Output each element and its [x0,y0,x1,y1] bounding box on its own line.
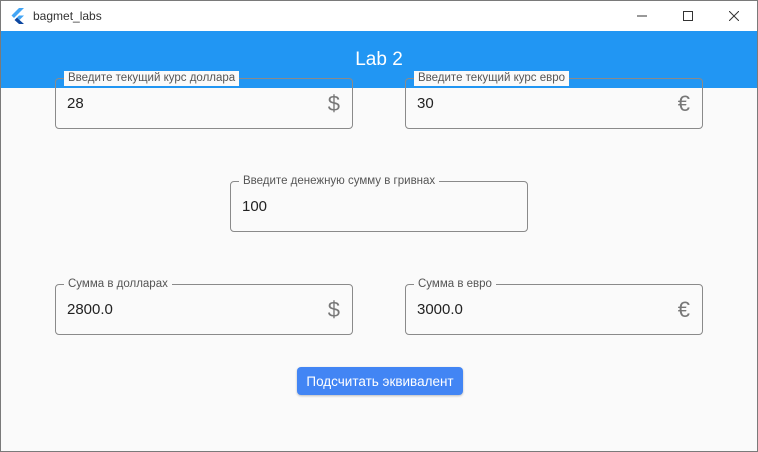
maximize-button[interactable] [665,1,711,31]
usd-rate-field[interactable]: Введите текущий курс доллара 28 $ [55,71,353,129]
page-title: Lab 2 [355,48,403,70]
calculate-button[interactable]: Подсчитать эквивалент [297,367,463,395]
dollar-icon: $ [327,91,340,116]
euro-icon: € [677,297,690,322]
window-title: bagmet_labs [33,9,102,23]
eur-rate-input[interactable]: 30 [417,95,434,112]
uah-amount-label: Введите денежную сумму в гривнах [239,174,440,189]
minimize-icon [637,15,647,17]
euro-icon: € [677,91,690,116]
flutter-logo-icon [11,8,25,24]
eur-sum-input[interactable]: 3000.0 [417,301,463,318]
uah-amount-field[interactable]: Введите денежную сумму в гривнах 100 [230,174,528,232]
usd-sum-label: Сумма в долларах [64,277,172,292]
eur-sum-label: Сумма в евро [414,277,496,292]
minimize-button[interactable] [619,1,665,31]
eur-sum-field[interactable]: Сумма в евро 3000.0 € [405,277,703,335]
usd-sum-field[interactable]: Сумма в долларах 2800.0 $ [55,277,353,335]
app-window: bagmet_labs Lab 2 Введите текущий курс д… [0,0,758,452]
usd-rate-input[interactable]: 28 [67,95,84,112]
dollar-icon: $ [327,297,340,322]
usd-sum-input[interactable]: 2800.0 [67,301,113,318]
maximize-icon [683,11,693,21]
uah-amount-input[interactable]: 100 [242,198,267,215]
title-bar[interactable]: bagmet_labs [1,1,757,31]
eur-rate-label: Введите текущий курс евро [414,71,570,86]
usd-rate-label: Введите текущий курс доллара [64,71,240,86]
close-icon [729,11,739,21]
eur-rate-field[interactable]: Введите текущий курс евро 30 € [405,71,703,129]
close-button[interactable] [711,1,757,31]
